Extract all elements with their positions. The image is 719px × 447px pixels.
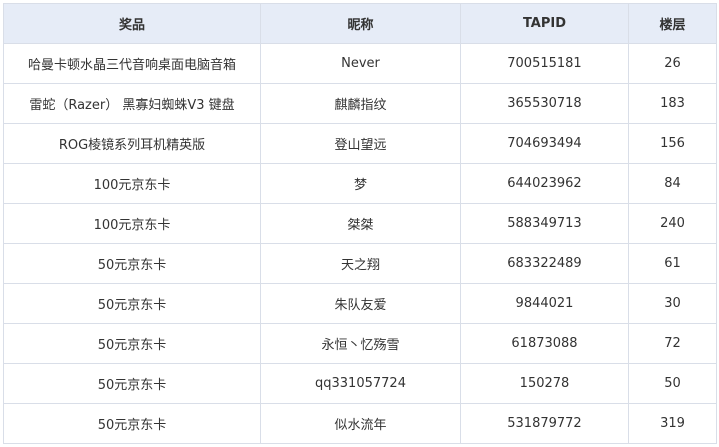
table-row: 100元京东卡 梦 644023962 84	[3, 163, 717, 204]
cell-prize: 50元京东卡	[3, 283, 261, 324]
cell-prize: 100元京东卡	[3, 163, 261, 204]
cell-floor: 240	[628, 203, 717, 244]
cell-floor: 61	[628, 243, 717, 284]
table-row: 雷蛇（Razer） 黑寡妇蜘蛛V3 键盘 麒麟指纹 365530718 183	[3, 83, 717, 124]
table-body: 哈曼卡顿水晶三代音响桌面电脑音箱 Never 700515181 26 雷蛇（R…	[3, 43, 717, 444]
header-floor: 楼层	[628, 3, 717, 44]
cell-nickname: 登山望远	[260, 123, 461, 164]
cell-nickname: 天之翔	[260, 243, 461, 284]
cell-prize: 哈曼卡顿水晶三代音响桌面电脑音箱	[3, 43, 261, 84]
cell-prize: 50元京东卡	[3, 403, 261, 444]
cell-tapid: 700515181	[460, 43, 629, 84]
cell-tapid: 683322489	[460, 243, 629, 284]
cell-prize: 50元京东卡	[3, 243, 261, 284]
cell-nickname: 桀桀	[260, 203, 461, 244]
table-row: 50元京东卡 qq331057724 150278 50	[3, 363, 717, 404]
cell-prize: ROG棱镜系列耳机精英版	[3, 123, 261, 164]
table-row: 100元京东卡 桀桀 588349713 240	[3, 203, 717, 244]
cell-nickname: 梦	[260, 163, 461, 204]
winners-table-container: 奖品 昵称 TAPID 楼层 哈曼卡顿水晶三代音响桌面电脑音箱 Never 70…	[3, 3, 717, 444]
cell-nickname: Never	[260, 43, 461, 84]
cell-nickname: 永恒丶忆殇雪	[260, 323, 461, 364]
cell-tapid: 588349713	[460, 203, 629, 244]
cell-prize: 50元京东卡	[3, 363, 261, 404]
cell-tapid: 61873088	[460, 323, 629, 364]
table-row: ROG棱镜系列耳机精英版 登山望远 704693494 156	[3, 123, 717, 164]
cell-floor: 156	[628, 123, 717, 164]
cell-tapid: 704693494	[460, 123, 629, 164]
cell-floor: 183	[628, 83, 717, 124]
cell-floor: 319	[628, 403, 717, 444]
cell-prize: 50元京东卡	[3, 323, 261, 364]
cell-nickname: 似水流年	[260, 403, 461, 444]
cell-tapid: 531879772	[460, 403, 629, 444]
header-tapid: TAPID	[460, 3, 629, 44]
cell-nickname: 麒麟指纹	[260, 83, 461, 124]
table-row: 50元京东卡 天之翔 683322489 61	[3, 243, 717, 284]
cell-prize: 100元京东卡	[3, 203, 261, 244]
winners-table: 奖品 昵称 TAPID 楼层 哈曼卡顿水晶三代音响桌面电脑音箱 Never 70…	[3, 3, 717, 444]
table-header: 奖品 昵称 TAPID 楼层	[3, 3, 717, 44]
cell-floor: 50	[628, 363, 717, 404]
cell-floor: 30	[628, 283, 717, 324]
cell-tapid: 365530718	[460, 83, 629, 124]
header-prize: 奖品	[3, 3, 261, 44]
header-row: 奖品 昵称 TAPID 楼层	[3, 3, 717, 44]
table-row: 哈曼卡顿水晶三代音响桌面电脑音箱 Never 700515181 26	[3, 43, 717, 84]
cell-tapid: 9844021	[460, 283, 629, 324]
cell-floor: 84	[628, 163, 717, 204]
table-row: 50元京东卡 似水流年 531879772 319	[3, 403, 717, 444]
cell-floor: 26	[628, 43, 717, 84]
cell-tapid: 644023962	[460, 163, 629, 204]
table-row: 50元京东卡 朱队友爱 9844021 30	[3, 283, 717, 324]
header-nickname: 昵称	[260, 3, 461, 44]
cell-floor: 72	[628, 323, 717, 364]
cell-prize: 雷蛇（Razer） 黑寡妇蜘蛛V3 键盘	[3, 83, 261, 124]
cell-nickname: qq331057724	[260, 363, 461, 404]
table-row: 50元京东卡 永恒丶忆殇雪 61873088 72	[3, 323, 717, 364]
cell-nickname: 朱队友爱	[260, 283, 461, 324]
cell-tapid: 150278	[460, 363, 629, 404]
